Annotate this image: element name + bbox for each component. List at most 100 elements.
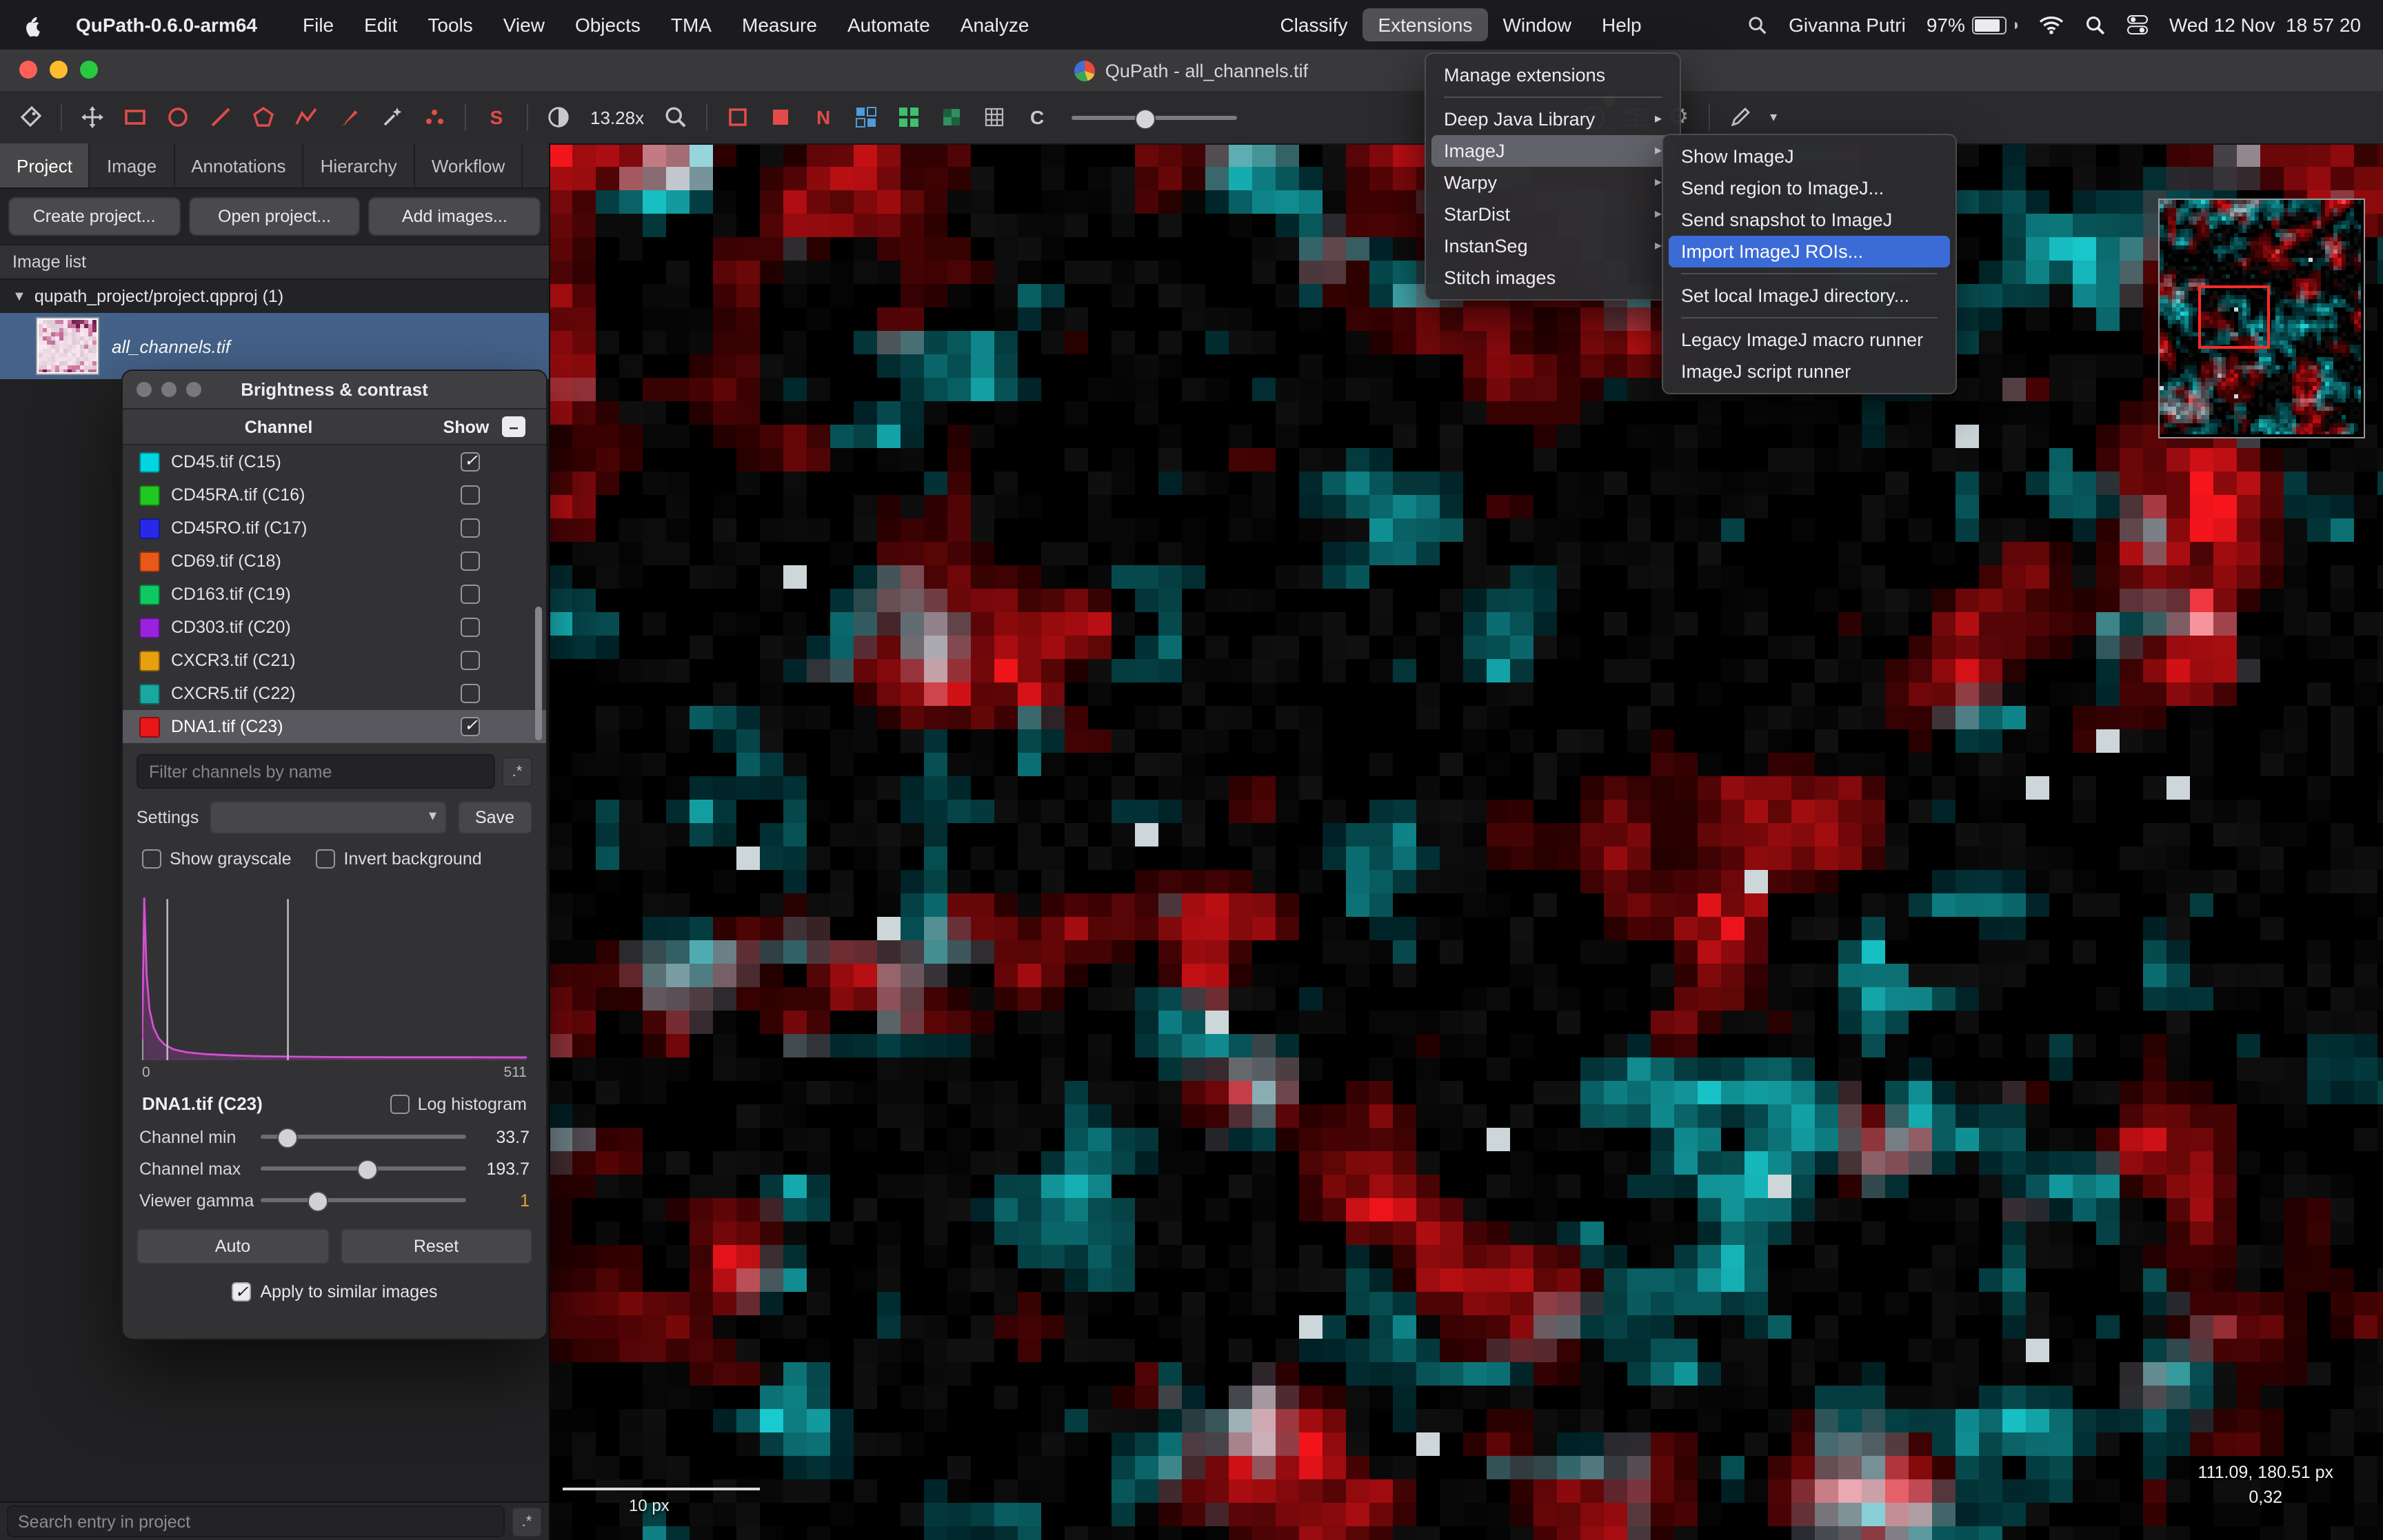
project-search-input[interactable] — [7, 1506, 505, 1537]
wand-tool-icon[interactable] — [372, 99, 411, 135]
apple-menu-icon[interactable] — [22, 13, 43, 37]
channel-row-cd45ra-tif-c16[interactable]: CD45RA.tif (C16) — [123, 478, 546, 511]
battery-indicator[interactable]: 97% — [1927, 14, 2018, 36]
tab-annotations[interactable]: Annotations — [174, 143, 303, 188]
filter-channels-input[interactable] — [137, 754, 495, 789]
show-grayscale-checkbox[interactable]: Show grayscale — [142, 849, 292, 869]
channel-show-checkbox[interactable] — [461, 452, 480, 472]
pixel-classification-icon[interactable] — [932, 99, 971, 135]
window-titlebar[interactable]: QuPath - all_channels.tif — [0, 50, 2383, 92]
ellipse-tool-icon[interactable] — [159, 99, 197, 135]
log-histogram-checkbox[interactable]: Log histogram — [390, 1094, 527, 1113]
invert-background-checkbox[interactable]: Invert background — [316, 849, 482, 869]
channel-row-cd45ro-tif-c17[interactable]: CD45RO.tif (C17) — [123, 511, 546, 545]
close-window-button[interactable] — [19, 61, 37, 79]
brush-tool-icon[interactable] — [330, 99, 368, 135]
slider-track[interactable] — [261, 1166, 466, 1171]
zoom-to-fit-icon[interactable] — [656, 99, 695, 135]
tab-workflow[interactable]: Workflow — [415, 143, 523, 188]
menubar-item-objects[interactable]: Objects — [560, 8, 656, 41]
search-regex-button[interactable]: .* — [512, 1506, 542, 1537]
polygon-tool-icon[interactable] — [244, 99, 283, 135]
extensions-menu-item-instanseg[interactable]: InstanSeg▸ — [1431, 230, 1674, 262]
channel-row-cxcr3-tif-c21[interactable]: CXCR3.tif (C21) — [123, 644, 546, 677]
dialog-titlebar[interactable]: Brightness & contrast — [123, 371, 546, 409]
slider-thumb[interactable] — [357, 1159, 378, 1180]
menubar-item-help[interactable]: Help — [1587, 8, 1657, 41]
extensions-menu-item-warpy[interactable]: Warpy▸ — [1431, 167, 1674, 199]
rectangle-tool-icon[interactable] — [116, 99, 154, 135]
channel-column-header[interactable]: Channel — [123, 417, 434, 436]
app-menu-title[interactable]: QuPath-0.6.0-arm64 — [65, 8, 268, 41]
menubar-item-extensions[interactable]: Extensions — [1363, 8, 1487, 41]
menubar-item-view[interactable]: View — [488, 8, 560, 41]
imagej-menu-item-imagej-script-runner[interactable]: ImageJ script runner — [1669, 356, 1950, 387]
dialog-close-button[interactable] — [137, 382, 152, 397]
extensions-menu-item-imagej[interactable]: ImageJ▸ — [1431, 135, 1674, 167]
overview-viewport-rect[interactable] — [2198, 285, 2270, 349]
imagej-menu-item-set-local-imagej-directory[interactable]: Set local ImageJ directory... — [1669, 280, 1950, 312]
channel-show-checkbox[interactable] — [461, 518, 480, 538]
menu-extra-icon[interactable] — [1747, 14, 1768, 35]
project-tree-node[interactable]: ▼ qupath_project/project.qpproj (1) — [0, 280, 549, 313]
menubar-item-classify[interactable]: Classify — [1265, 8, 1363, 41]
tma-grid-icon[interactable] — [975, 99, 1014, 135]
menubar-item-edit[interactable]: Edit — [349, 8, 412, 41]
polyline-tool-icon[interactable] — [287, 99, 325, 135]
channel-show-checkbox[interactable] — [461, 551, 480, 571]
overview-thumbnail[interactable] — [2158, 199, 2365, 438]
user-menu[interactable]: Givanna Putri — [1789, 14, 1906, 36]
viewer-canvas[interactable] — [549, 143, 2383, 1540]
channel-viewer-toggle[interactable]: C — [1018, 99, 1056, 135]
menubar-item-measure[interactable]: Measure — [727, 8, 832, 41]
opacity-slider[interactable] — [1072, 99, 1237, 135]
channel-show-checkbox[interactable] — [461, 684, 480, 703]
dialog-zoom-button[interactable] — [186, 382, 201, 397]
tab-project[interactable]: Project — [0, 143, 90, 188]
channel-row-cxcr5-tif-c22[interactable]: CXCR5.tif (C22) — [123, 677, 546, 710]
slider-track[interactable] — [261, 1135, 466, 1139]
channel-list-scrollbar[interactable] — [535, 606, 542, 740]
channel-row-cd69-tif-c18[interactable]: CD69.tif (C18) — [123, 545, 546, 578]
save-settings-button[interactable]: Save — [457, 801, 532, 834]
open-project-button[interactable]: Open project... — [188, 197, 360, 236]
line-tool-icon[interactable] — [201, 99, 240, 135]
channel-row-dna1-tif-c23[interactable]: DNA1.tif (C23) — [123, 710, 546, 743]
script-pen-icon[interactable] — [1721, 99, 1760, 135]
slider-track[interactable] — [261, 1198, 466, 1202]
channel-show-checkbox[interactable] — [461, 651, 480, 670]
menubar-item-tools[interactable]: Tools — [412, 8, 487, 41]
spotlight-icon[interactable] — [2085, 14, 2106, 35]
fill-detections-icon[interactable] — [889, 99, 928, 135]
menubar-item-file[interactable]: File — [288, 8, 349, 41]
show-column-header[interactable]: Show — [434, 417, 498, 436]
channel-row-cd303-tif-c20[interactable]: CD303.tif (C20) — [123, 611, 546, 644]
auto-button[interactable]: Auto — [137, 1228, 329, 1264]
wifi-icon[interactable] — [2038, 15, 2064, 34]
menubar-clock[interactable]: Wed 12 Nov 18 57 20 — [2169, 14, 2361, 36]
menubar-item-tma[interactable]: TMA — [656, 8, 727, 41]
chevron-down-icon[interactable]: ▾ — [1764, 99, 1783, 135]
reset-button[interactable]: Reset — [340, 1228, 532, 1264]
imagej-menu-item-legacy-imagej-macro-runner[interactable]: Legacy ImageJ macro runner — [1669, 324, 1950, 356]
tab-hierarchy[interactable]: Hierarchy — [304, 143, 415, 188]
extensions-menu-item-deep-java-library[interactable]: Deep Java Library▸ — [1431, 103, 1674, 135]
control-center-icon[interactable] — [2126, 14, 2149, 36]
imagej-menu-item-send-region-to-imagej[interactable]: Send region to ImageJ... — [1669, 172, 1950, 204]
tag-tool-icon[interactable] — [11, 99, 50, 135]
imagej-menu-item-show-imagej[interactable]: Show ImageJ — [1669, 141, 1950, 172]
dialog-minimize-button[interactable] — [161, 382, 177, 397]
imagej-menu-item-import-imagej-rois[interactable]: Import ImageJ ROIs... — [1669, 236, 1950, 267]
channel-row-cd163-tif-c19[interactable]: CD163.tif (C19) — [123, 578, 546, 611]
apply-similar-checkbox[interactable]: Apply to similar images — [123, 1270, 546, 1314]
toggle-all-channels-button[interactable]: – — [502, 416, 525, 437]
opacity-slider-thumb[interactable] — [1134, 109, 1155, 130]
selection-mode-toggle[interactable]: S — [477, 99, 516, 135]
move-tool-icon[interactable] — [73, 99, 112, 135]
add-images-button[interactable]: Add images... — [369, 197, 541, 236]
brightness-contrast-icon[interactable] — [539, 99, 578, 135]
channel-show-checkbox[interactable] — [461, 717, 480, 736]
fill-annotations-icon[interactable] — [761, 99, 800, 135]
channel-show-checkbox[interactable] — [461, 585, 480, 604]
disclosure-triangle-icon[interactable]: ▼ — [12, 289, 26, 304]
